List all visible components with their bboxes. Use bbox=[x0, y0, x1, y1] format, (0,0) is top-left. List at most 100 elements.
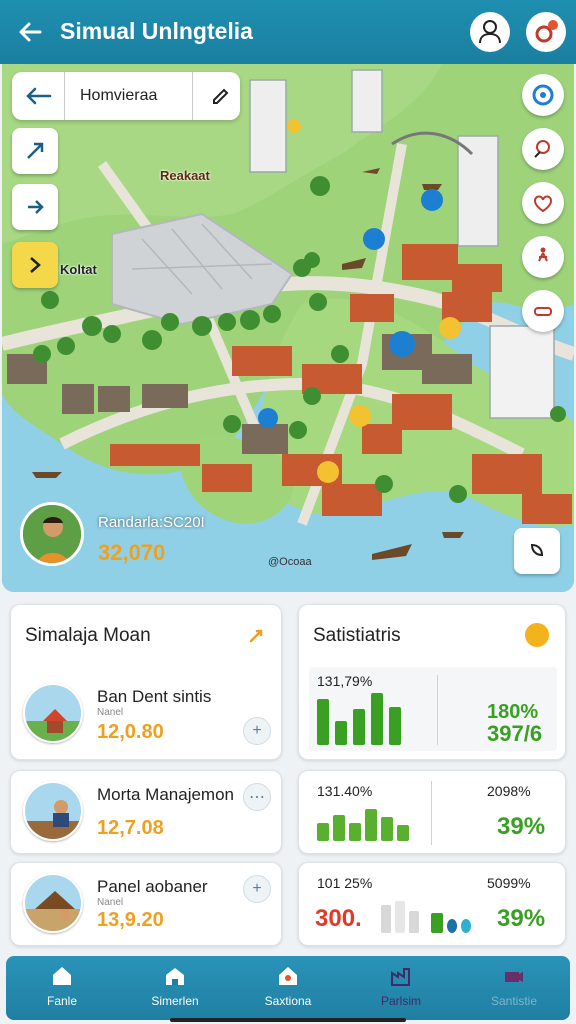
map-action-button-4[interactable] bbox=[522, 236, 564, 278]
map-action-button-5[interactable] bbox=[522, 290, 564, 332]
item-name-1: Ban Dent sintis bbox=[97, 687, 212, 706]
nav-item-simulation[interactable]: Simerlen bbox=[119, 956, 231, 1020]
nav-label-statistics: Santistie bbox=[490, 994, 538, 1008]
arrow-right-icon bbox=[28, 200, 44, 214]
add-item-button-3[interactable]: + bbox=[243, 875, 271, 903]
chevron-right-icon bbox=[30, 257, 41, 273]
item-thumb-3 bbox=[23, 873, 83, 933]
search-divider-2 bbox=[192, 72, 193, 120]
heart-home-icon bbox=[279, 967, 297, 985]
item-thumb-2 bbox=[23, 781, 83, 841]
stat-1-bar-1 bbox=[317, 699, 329, 745]
map-action-button-1[interactable] bbox=[522, 74, 564, 116]
nav-label-simulation: Simerlen bbox=[151, 994, 199, 1008]
stat-2-left: 131.40% bbox=[317, 783, 373, 799]
building-icon bbox=[166, 968, 184, 985]
vehicle-icon bbox=[534, 307, 552, 316]
stat-2-bar-6 bbox=[397, 825, 409, 841]
player-portrait-icon bbox=[23, 505, 81, 563]
item-3-illustration bbox=[25, 875, 81, 931]
house-icon bbox=[53, 967, 71, 985]
statistics-coin-icon[interactable] bbox=[525, 623, 549, 647]
leaf-icon bbox=[530, 543, 544, 557]
add-item-button-1[interactable]: + bbox=[243, 717, 271, 745]
home-indicator bbox=[170, 1018, 406, 1022]
menu-card-title: Simalaja Moan bbox=[25, 625, 151, 646]
stat-3-left: 101 25% bbox=[317, 875, 373, 891]
link-icon[interactable] bbox=[245, 625, 267, 647]
stat-1-left: 131,79% bbox=[317, 673, 373, 689]
player-balance: 32,070 bbox=[98, 540, 166, 565]
map-tool-button-3[interactable] bbox=[12, 242, 58, 288]
top-app-bar: Simual Unlngtelia bbox=[0, 0, 576, 64]
item-price-2: 12,7.08 bbox=[97, 817, 164, 839]
stat-3-dot-1 bbox=[447, 919, 457, 933]
bottom-navigation: Fanle Simerlen Saxtiona Parlsim Santisti… bbox=[6, 956, 570, 1020]
search-input[interactable]: Homvieraa bbox=[80, 87, 157, 105]
stat-3-bar-3 bbox=[409, 911, 419, 933]
map-illustration bbox=[2, 64, 574, 592]
item-card-2[interactable]: Morta Manajemon 12,7.08 ⋯ bbox=[10, 770, 282, 854]
stat-card-3: 101 25% 5099% 300. 39% bbox=[298, 862, 566, 946]
stat-3-bar-2 bbox=[395, 901, 405, 933]
stat-3-bar-4 bbox=[431, 913, 443, 933]
nav-label-parlsim: Parlsim bbox=[380, 994, 421, 1008]
nav-item-statistics[interactable]: Santistie bbox=[458, 956, 570, 1020]
item-name-2: Morta Manajemon bbox=[97, 785, 235, 804]
map-tool-button-1[interactable] bbox=[12, 128, 58, 174]
stat-2-right-top: 2098% bbox=[487, 783, 531, 799]
stat-1-bar-3 bbox=[353, 709, 365, 745]
item-sub-3: Nanel bbox=[97, 897, 124, 908]
stat-3-big: 39% bbox=[497, 905, 546, 932]
item-sub-1: Nanel bbox=[97, 707, 124, 718]
statistics-title: Satistiatris bbox=[313, 625, 401, 646]
item-1-illustration bbox=[25, 685, 81, 741]
stat-1-bar-5 bbox=[389, 707, 401, 745]
simulation-menu-card: Simalaja Moan Ban Dent sintis Nanel 12,0… bbox=[10, 604, 282, 760]
stat-2-big: 39% bbox=[497, 813, 546, 840]
stat-2-divider bbox=[431, 781, 432, 845]
stat-card-2: 131.40% 2098% 39% bbox=[298, 770, 566, 854]
city-map[interactable]: Homvieraa Reakaat Koltat @Ocoaa Randarla… bbox=[2, 64, 574, 592]
map-watermark: @Ocoaa bbox=[268, 556, 312, 568]
stat-2-bar-2 bbox=[333, 815, 345, 841]
stat-2-bar-1 bbox=[317, 823, 329, 841]
player-avatar bbox=[20, 502, 84, 566]
item-card-3[interactable]: Panel aobaner Nanel 13,9.20 + bbox=[10, 862, 282, 946]
stat-2-bar-4 bbox=[365, 809, 377, 841]
stat-3-red-value: 300. bbox=[315, 905, 362, 932]
item-thumb-1 bbox=[23, 683, 83, 743]
search-back-icon[interactable] bbox=[18, 80, 58, 112]
statistics-card: Satistiatris 131,79% 180% 397/6 bbox=[298, 604, 566, 760]
stat-1-big: 397/6 bbox=[487, 721, 543, 746]
app-title: Simual Unlngtelia bbox=[60, 18, 253, 44]
stat-1-bar-4 bbox=[371, 693, 383, 745]
map-action-button-2[interactable] bbox=[522, 128, 564, 170]
stat-2-bar-3 bbox=[349, 823, 361, 841]
map-label-area-top: Reakaat bbox=[160, 168, 210, 183]
person-pin-icon bbox=[534, 140, 550, 158]
profile-button[interactable] bbox=[470, 12, 510, 52]
map-corner-button[interactable] bbox=[514, 528, 560, 574]
map-search-bar[interactable]: Homvieraa bbox=[12, 72, 240, 120]
user-icon bbox=[479, 20, 501, 44]
stat-3-dot-2 bbox=[461, 919, 471, 933]
home-badge-icon bbox=[532, 84, 554, 106]
map-action-button-3[interactable] bbox=[522, 182, 564, 224]
more-button-2[interactable]: ⋯ bbox=[243, 783, 271, 811]
map-tool-button-2[interactable] bbox=[12, 184, 58, 230]
route-icon bbox=[27, 142, 44, 159]
item-price-1: 12,0.80 bbox=[97, 721, 164, 743]
chart-icon bbox=[505, 972, 523, 982]
nav-item-stations[interactable]: Saxtiona bbox=[232, 956, 344, 1020]
stat-3-bar-1 bbox=[381, 905, 391, 933]
gear-notification-icon bbox=[535, 20, 558, 43]
stat-2-bar-5 bbox=[381, 817, 393, 841]
nav-item-parlsim[interactable]: Parlsim bbox=[345, 956, 457, 1020]
back-arrow-icon[interactable] bbox=[14, 16, 46, 48]
location-pin-icon[interactable] bbox=[208, 84, 232, 108]
notifications-button[interactable] bbox=[526, 12, 566, 52]
stat-3-right-top: 5099% bbox=[487, 875, 531, 891]
nav-item-home[interactable]: Fanle bbox=[6, 956, 118, 1020]
map-label-area-left: Koltat bbox=[60, 262, 97, 277]
